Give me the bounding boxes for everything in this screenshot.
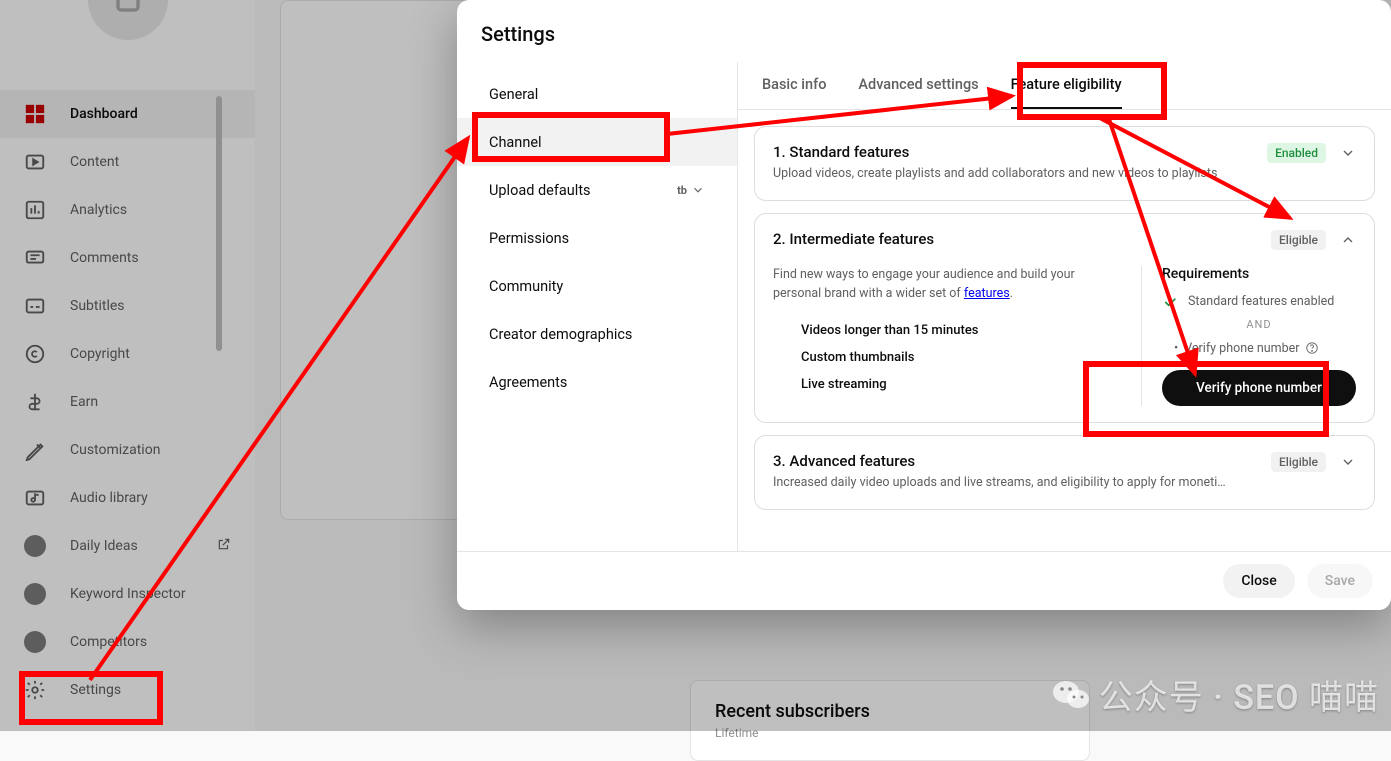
settings-nav-creator-demographics[interactable]: Creator demographics <box>457 310 737 358</box>
subtitles-icon <box>24 295 46 317</box>
tab-feature-eligibility[interactable]: Feature eligibility <box>1011 76 1122 109</box>
feature-item: Videos longer than 15 minutes <box>801 317 1121 344</box>
status-badge-enabled: Enabled <box>1267 143 1326 163</box>
settings-nav-permissions[interactable]: Permissions <box>457 214 737 262</box>
nav-label: Customization <box>70 442 160 458</box>
settings-nav-general[interactable]: General <box>457 70 737 118</box>
nav-label: Content <box>70 154 119 170</box>
feature-description: Find new ways to engage your audience an… <box>773 266 1121 304</box>
copyright-icon <box>24 343 46 365</box>
recent-title: Recent subscribers <box>715 701 1065 722</box>
channel-avatar[interactable] <box>88 0 168 40</box>
nav-label: Competitors <box>70 634 147 650</box>
nav-label: Analytics <box>70 202 127 218</box>
nav-keyword-inspector[interactable]: Keyword Inspector <box>0 570 255 618</box>
feature-intermediate-header[interactable]: 2. Intermediate features Eligible <box>773 230 1356 252</box>
wechat-icon <box>1051 675 1091 715</box>
watermark-text: 公众号 · SEO 喵喵 <box>1099 670 1379 719</box>
settings-nav-upload-defaults[interactable]: Upload defaults tb <box>457 166 737 214</box>
save-button[interactable]: Save <box>1307 564 1373 598</box>
gear-icon <box>24 679 46 701</box>
tab-advanced-settings[interactable]: Advanced settings <box>858 76 978 109</box>
nav-item-label: Upload defaults <box>489 182 591 199</box>
help-icon[interactable] <box>1305 341 1319 355</box>
plugin-icon <box>24 583 46 605</box>
close-button[interactable]: Close <box>1223 564 1294 598</box>
requirements-and: AND <box>1162 318 1356 331</box>
avatar-zone <box>0 0 255 90</box>
earn-icon <box>24 391 46 413</box>
scrollbar[interactable] <box>216 96 222 351</box>
verify-phone-button[interactable]: Verify phone number <box>1162 370 1356 406</box>
dashboard-icon <box>24 103 46 125</box>
feature-advanced-header[interactable]: 3. Advanced features Increased daily vid… <box>773 452 1356 493</box>
nav-settings[interactable]: Settings <box>0 666 255 714</box>
studio-sidebar: Dashboard Content Analytics Comments Sub… <box>0 0 255 731</box>
nav-label: Audio library <box>70 490 148 506</box>
status-badge-eligible: Eligible <box>1271 452 1326 472</box>
feature-standard: 1. Standard features Upload videos, crea… <box>754 126 1375 201</box>
nav-daily-ideas[interactable]: Daily Ideas <box>0 522 255 570</box>
nav-label: Daily Ideas <box>70 538 138 554</box>
audio-library-icon <box>24 487 46 509</box>
settings-nav-agreements[interactable]: Agreements <box>457 358 737 406</box>
feature-item: Live streaming <box>801 371 1121 398</box>
nav-label: Earn <box>70 394 98 410</box>
recent-sub: Lifetime <box>715 726 1065 740</box>
recent-subscribers-card: Recent subscribers Lifetime <box>690 680 1090 761</box>
chevron-down-icon <box>1340 145 1356 161</box>
requirement-todo: Verify phone number <box>1162 341 1356 356</box>
requirements-title: Requirements <box>1162 266 1356 282</box>
analytics-icon <box>24 199 46 221</box>
nav-label: Keyword Inspector <box>70 586 186 602</box>
tab-basic-info[interactable]: Basic info <box>762 76 826 109</box>
nav-earn[interactable]: Earn <box>0 378 255 426</box>
feature-standard-header[interactable]: 1. Standard features Upload videos, crea… <box>773 143 1356 184</box>
feature-title: 2. Intermediate features <box>773 230 934 248</box>
feature-title: 1. Standard features <box>773 143 1217 161</box>
settings-nav: General Channel Upload defaults tb Permis… <box>457 62 737 551</box>
features-link[interactable]: features <box>964 286 1010 301</box>
plugin-icon <box>24 535 46 557</box>
check-icon <box>1162 294 1178 310</box>
feature-sub: Upload videos, create playlists and add … <box>773 165 1217 184</box>
status-badge-eligible: Eligible <box>1271 230 1326 250</box>
requirement-ok: Standard features enabled <box>1162 294 1356 310</box>
external-icon <box>217 537 231 555</box>
settings-nav-channel[interactable]: Channel <box>457 118 737 166</box>
nav-audio-library[interactable]: Audio library <box>0 474 255 522</box>
modal-title: Settings <box>457 0 1391 62</box>
feature-advanced: 3. Advanced features Increased daily vid… <box>754 435 1375 510</box>
tb-badge: tb <box>677 183 705 197</box>
plugin-icon <box>24 631 46 653</box>
settings-modal: Settings General Channel Upload defaults… <box>457 0 1391 610</box>
watermark: 公众号 · SEO 喵喵 <box>1051 670 1379 719</box>
intermediate-feature-list: Videos longer than 15 minutes Custom thu… <box>773 317 1121 398</box>
chevron-down-icon <box>1340 454 1356 470</box>
nav-label: Comments <box>70 250 139 266</box>
modal-footer: Close Save <box>457 551 1391 610</box>
nav-label: Subtitles <box>70 298 125 314</box>
nav-label: Settings <box>70 682 121 698</box>
channel-tabs: Basic info Advanced settings Feature eli… <box>738 62 1391 110</box>
chevron-down-icon <box>691 183 705 197</box>
customization-icon <box>24 439 46 461</box>
nav-customization[interactable]: Customization <box>0 426 255 474</box>
feature-intermediate: 2. Intermediate features Eligible Find n… <box>754 213 1375 423</box>
content-icon <box>24 151 46 173</box>
nav-competitors[interactable]: Competitors <box>0 618 255 666</box>
nav-label: Dashboard <box>70 106 138 122</box>
feature-title: 3. Advanced features <box>773 452 1226 470</box>
chevron-up-icon <box>1340 232 1356 248</box>
settings-nav-community[interactable]: Community <box>457 262 737 310</box>
nav-label: Copyright <box>70 346 130 362</box>
feature-sub: Increased daily video uploads and live s… <box>773 474 1226 493</box>
comments-icon <box>24 247 46 269</box>
feature-item: Custom thumbnails <box>801 344 1121 371</box>
